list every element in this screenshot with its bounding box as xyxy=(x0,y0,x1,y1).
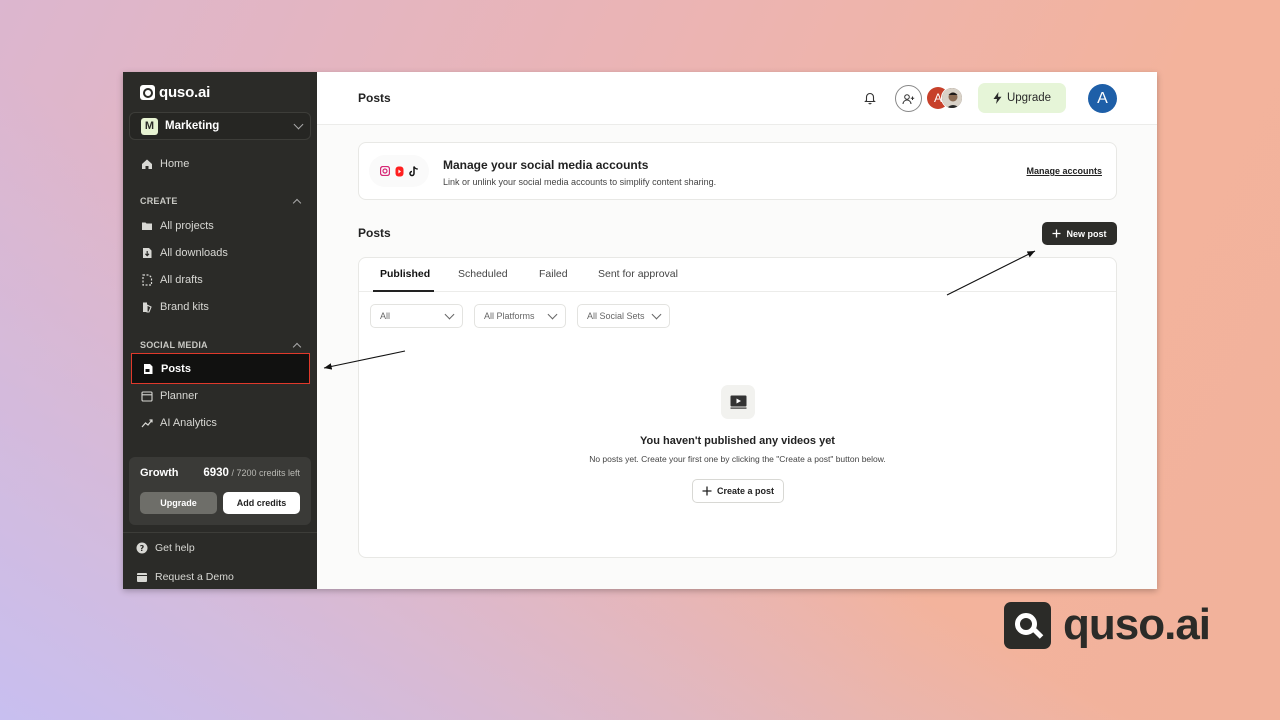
brand-logo-icon xyxy=(1004,601,1051,649)
arrow-to-new-post xyxy=(946,250,1036,296)
brand-watermark-text: quso.ai xyxy=(1063,600,1211,649)
brand-watermark: quso.ai xyxy=(1004,600,1211,650)
arrow-to-posts xyxy=(323,350,406,370)
